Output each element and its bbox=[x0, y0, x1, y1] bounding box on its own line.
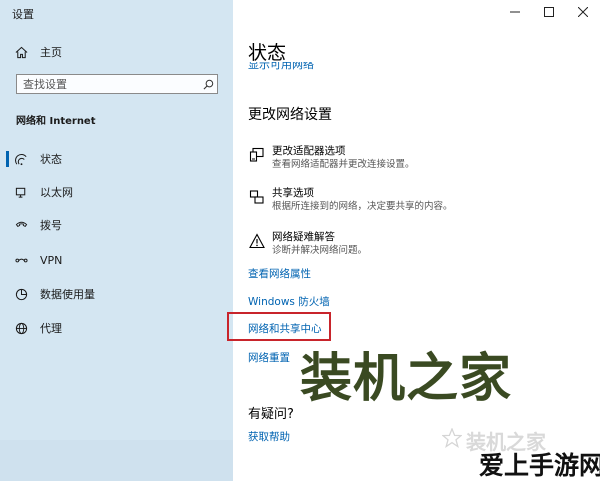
maximize-icon bbox=[544, 7, 554, 17]
warning-icon bbox=[248, 233, 266, 251]
sidebar-item-label: 数据使用量 bbox=[40, 288, 95, 301]
home-icon bbox=[14, 45, 28, 59]
dialup-icon bbox=[14, 218, 28, 232]
proxy-globe-icon bbox=[14, 321, 28, 335]
sidebar-item-label: 代理 bbox=[40, 322, 62, 335]
sidebar-item-label: 拨号 bbox=[40, 219, 62, 232]
sidebar-item-label: 状态 bbox=[40, 153, 62, 166]
show-available-networks-link[interactable]: 显示可用网络 bbox=[248, 62, 314, 72]
search-input[interactable] bbox=[17, 77, 199, 91]
sidebar-bottom-strip bbox=[0, 440, 233, 481]
sidebar-item-dialup[interactable]: 拨号 bbox=[0, 213, 233, 237]
minimize-button[interactable] bbox=[498, 0, 532, 24]
option-sharing[interactable]: 共享选项 根据所连接到的网络，决定要共享的内容。 bbox=[248, 187, 578, 213]
option-desc: 查看网络适配器并更改连接设置。 bbox=[272, 159, 415, 170]
option-title: 更改适配器选项 bbox=[272, 145, 346, 157]
sidebar-home-label: 主页 bbox=[40, 46, 62, 59]
option-desc: 诊断并解决网络问题。 bbox=[272, 245, 368, 256]
sidebar-item-status[interactable]: 状态 bbox=[0, 147, 233, 171]
watermark-main: 装机之家 bbox=[300, 349, 513, 409]
sidebar-item-label: VPN bbox=[40, 253, 63, 267]
search-icon[interactable] bbox=[199, 79, 217, 90]
sidebar-item-proxy[interactable]: 代理 bbox=[0, 316, 233, 340]
sharing-icon bbox=[248, 189, 266, 207]
settings-window: 设置 主页 网络和 Internet 状态 以太网 bbox=[0, 0, 600, 481]
sidebar-section-label: 网络和 Internet bbox=[16, 116, 96, 127]
get-help-link[interactable]: 获取帮助 bbox=[248, 429, 290, 444]
close-icon bbox=[578, 7, 588, 17]
sidebar-item-label: 以太网 bbox=[40, 186, 73, 199]
watermark-star-icon bbox=[442, 428, 462, 448]
option-title: 网络疑难解答 bbox=[272, 231, 335, 243]
data-usage-icon bbox=[14, 287, 28, 301]
windows-firewall-link[interactable]: Windows 防火墙 bbox=[248, 294, 330, 309]
sidebar-item-data-usage[interactable]: 数据使用量 bbox=[0, 282, 233, 306]
vpn-icon bbox=[14, 253, 28, 267]
minimize-icon bbox=[510, 11, 520, 13]
option-troubleshoot[interactable]: 网络疑难解答 诊断并解决网络问题。 bbox=[248, 231, 578, 257]
network-reset-link[interactable]: 网络重置 bbox=[248, 350, 290, 365]
maximize-button[interactable] bbox=[532, 0, 566, 24]
option-desc: 根据所连接到的网络，决定要共享的内容。 bbox=[272, 201, 453, 212]
page-title: 状态 bbox=[248, 42, 287, 64]
close-button[interactable] bbox=[566, 0, 600, 24]
window-controls bbox=[498, 0, 600, 24]
sidebar-item-vpn[interactable]: VPN bbox=[0, 248, 233, 272]
sidebar-home[interactable]: 主页 bbox=[0, 40, 233, 64]
help-heading: 有疑问? bbox=[248, 407, 294, 422]
sidebar-item-ethernet[interactable]: 以太网 bbox=[0, 180, 233, 204]
view-network-properties-link[interactable]: 查看网络属性 bbox=[248, 266, 311, 281]
adapter-icon bbox=[248, 147, 266, 165]
status-icon bbox=[14, 152, 28, 166]
search-box[interactable] bbox=[16, 74, 218, 94]
change-settings-heading: 更改网络设置 bbox=[248, 107, 332, 123]
watermark-bottom: 爱上手游网 bbox=[479, 451, 600, 480]
option-adapter[interactable]: 更改适配器选项 查看网络适配器并更改连接设置。 bbox=[248, 145, 578, 171]
window-title: 设置 bbox=[12, 8, 34, 21]
ethernet-icon bbox=[14, 185, 28, 199]
option-title: 共享选项 bbox=[272, 187, 314, 199]
sidebar: 设置 主页 网络和 Internet 状态 以太网 bbox=[0, 0, 233, 481]
